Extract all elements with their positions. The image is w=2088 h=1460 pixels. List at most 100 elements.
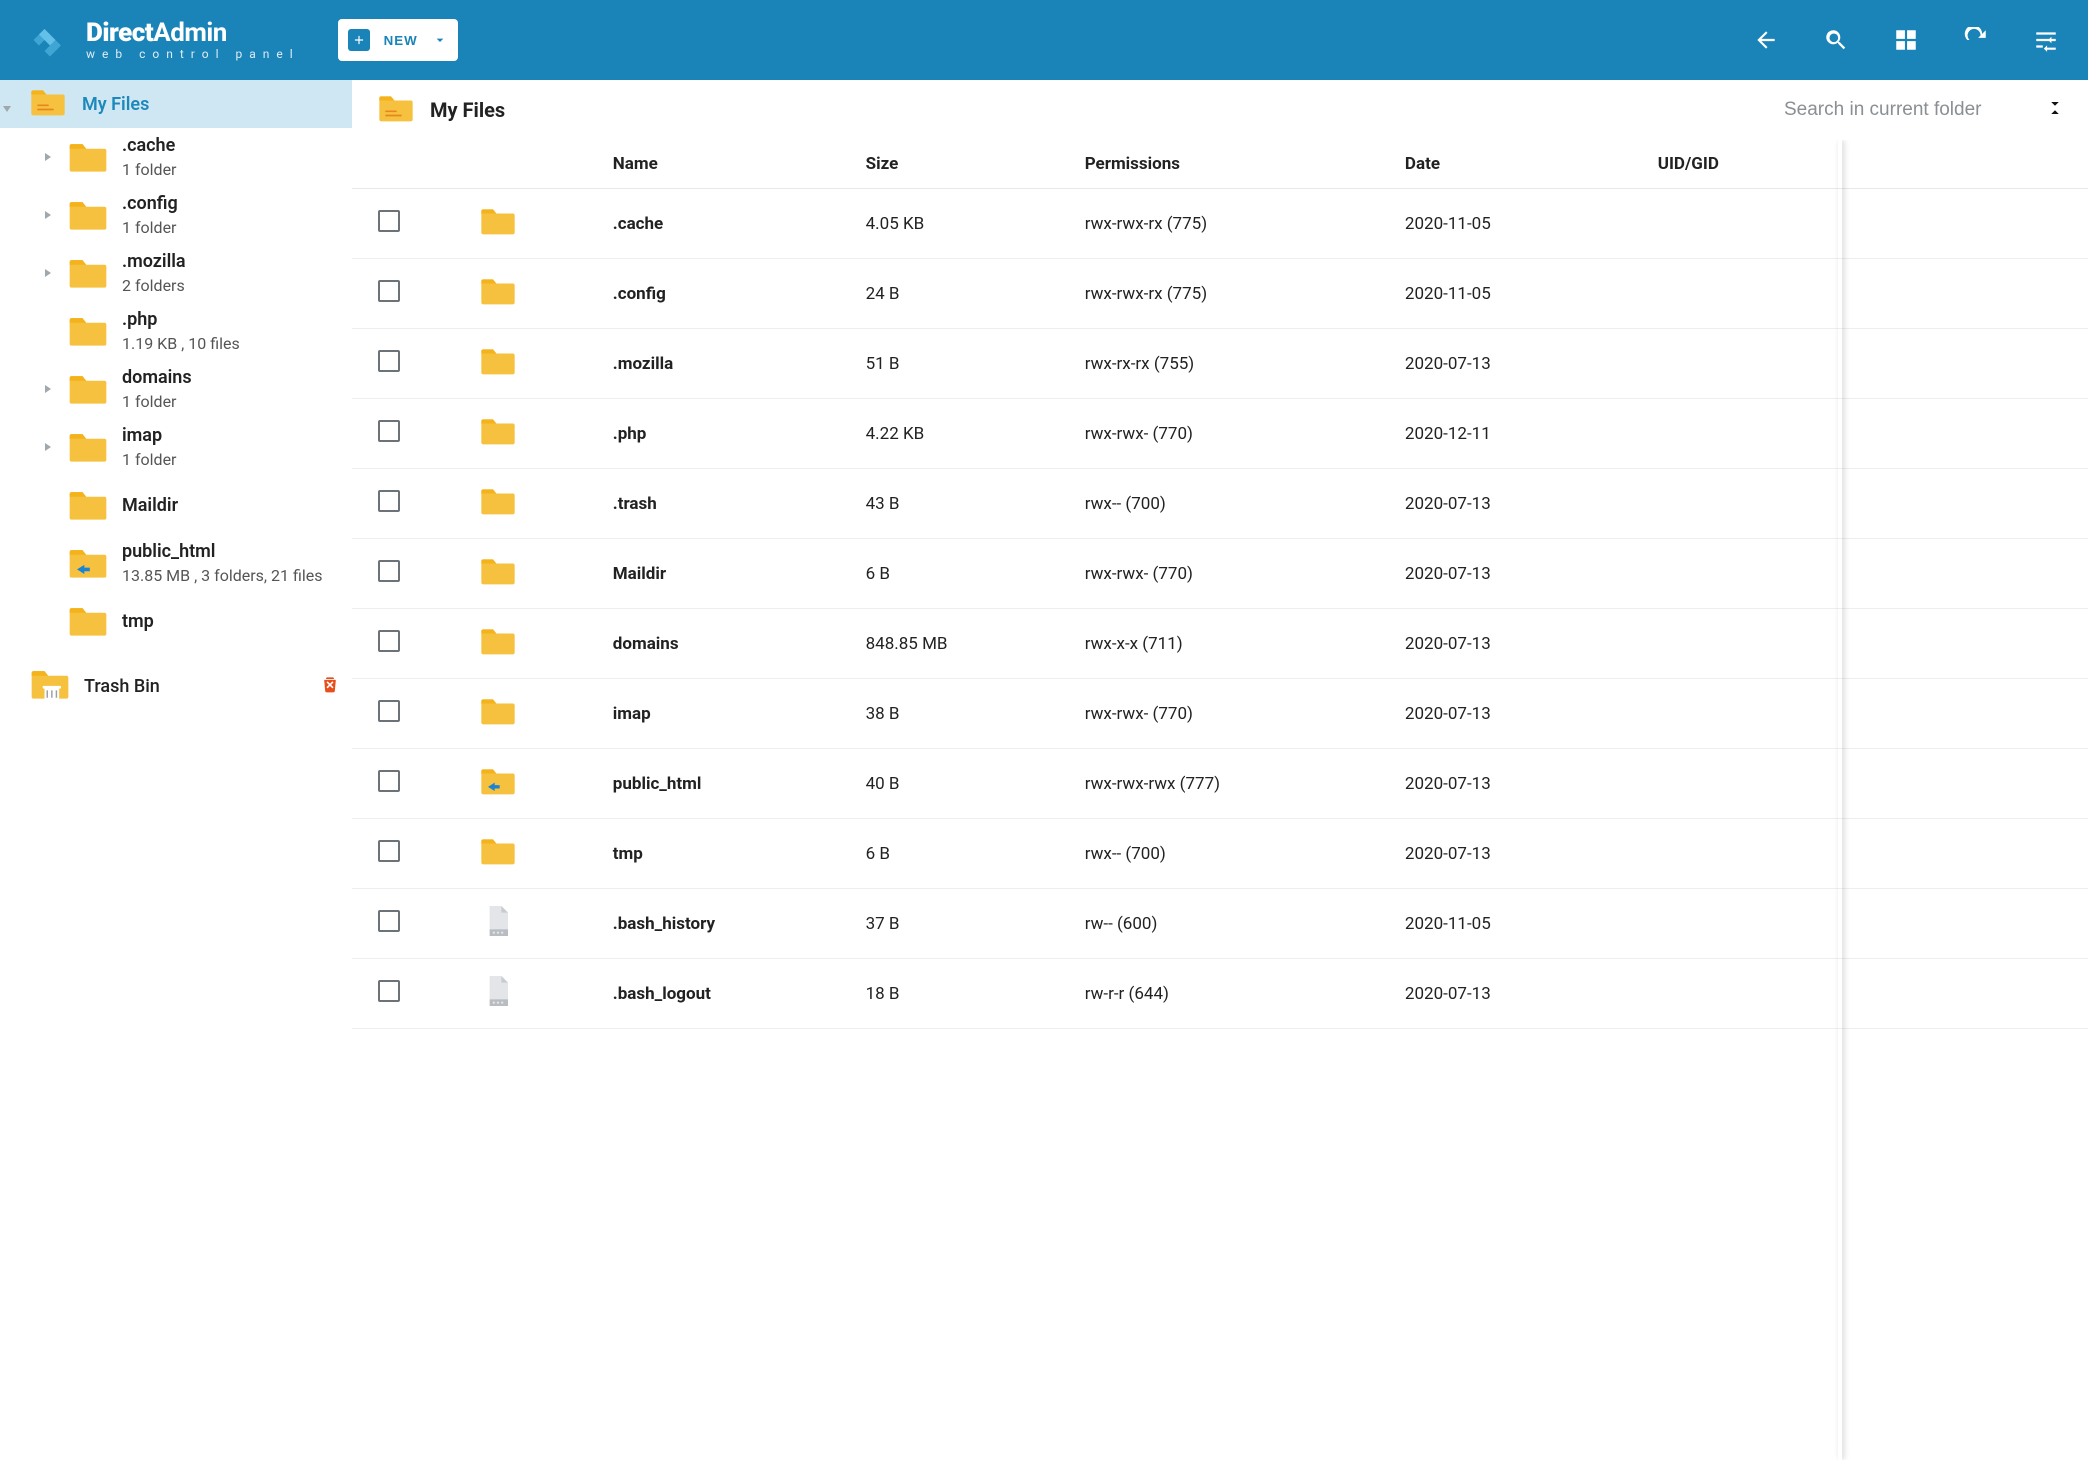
file-permissions: rwx-rwx-rx (775) [1077,259,1397,329]
folder-icon [478,856,518,876]
sidebar-item-name: .php [122,309,240,330]
row-checkbox[interactable] [378,210,400,232]
file-size: 848.85 MB [858,609,1077,679]
sidebar-item-sub: 13.85 MB , 3 folders, 21 files [122,566,322,585]
collapse-toggle[interactable] [2046,97,2064,123]
file-permissions: rwx-rwx-rwx (777) [1077,749,1397,819]
file-name: .bash_history [605,889,858,959]
sidebar-item[interactable]: .php 1.19 KB , 10 files [0,302,352,360]
file-permissions: rw-r-r (644) [1077,959,1397,1029]
column-header-name[interactable]: Name [605,140,858,189]
sidebar-item[interactable]: tmp [0,592,352,650]
empty-trash-icon[interactable] [320,674,340,698]
sidebar-item[interactable]: public_html13.85 MB , 3 folders, 21 file… [0,534,352,592]
sidebar-item[interactable]: .cache1 folder [0,128,352,186]
table-row[interactable]: .mozilla51 Brwx-rx-rx (755)2020-07-13 [352,329,2088,399]
file-icon [478,926,518,946]
row-checkbox[interactable] [378,630,400,652]
table-row[interactable]: Maildir6 Brwx-rwx- (770)2020-07-13 [352,539,2088,609]
search-icon [1823,27,1849,53]
row-checkbox[interactable] [378,700,400,722]
row-checkbox[interactable] [378,910,400,932]
column-header-uid[interactable]: UID/GID [1650,140,2088,189]
sidebar-item-name: Maildir [122,495,178,516]
sidebar-item[interactable]: imap1 folder [0,418,352,476]
table-row[interactable]: .trash43 Brwx-- (700)2020-07-13 [352,469,2088,539]
folder-icon [478,296,518,316]
table-row[interactable]: domains848.85 MBrwx-x-x (711)2020-07-13 [352,609,2088,679]
sidebar-item[interactable]: domains1 folder [0,360,352,418]
file-permissions: rwx-rx-rx (755) [1077,329,1397,399]
folder-icon [66,193,110,237]
table-row[interactable]: .config24 Brwx-rwx-rx (775)2020-11-05 [352,259,2088,329]
file-name: Maildir [605,539,858,609]
row-checkbox[interactable] [378,490,400,512]
settings-button[interactable] [2032,26,2060,54]
row-checkbox[interactable] [378,980,400,1002]
page-title: My Files [430,98,505,122]
new-button-label: NEW [384,33,418,48]
expand-icon[interactable] [42,209,54,221]
file-size: 38 B [858,679,1077,749]
refresh-icon [1963,27,1989,53]
search-button[interactable] [1822,26,1850,54]
folder-icon [478,646,518,666]
tune-icon [2033,27,2059,53]
row-checkbox[interactable] [378,770,400,792]
file-size: 51 B [858,329,1077,399]
view-grid-button[interactable] [1892,26,1920,54]
sidebar-item[interactable]: .config1 folder [0,186,352,244]
back-button[interactable] [1752,26,1780,54]
sidebar-trash[interactable]: Trash Bin [0,656,352,716]
table-row[interactable]: .bash_logout18 Brw-r-r (644)2020-07-13 [352,959,2088,1029]
file-size: 18 B [858,959,1077,1029]
column-header-size[interactable]: Size [858,140,1077,189]
folder-icon [66,309,110,353]
table-row[interactable]: imap38 Brwx-rwx- (770)2020-07-13 [352,679,2088,749]
column-header-date[interactable]: Date [1397,140,1650,189]
expand-icon[interactable] [42,151,54,163]
expand-icon[interactable] [42,383,54,395]
table-row[interactable]: .bash_history37 Brw-- (600)2020-11-05 [352,889,2088,959]
sidebar-item[interactable]: .mozilla2 folders [0,244,352,302]
sidebar-item-name: .config [122,193,178,214]
folder-icon [478,576,518,596]
table-row[interactable]: tmp6 Brwx-- (700)2020-07-13 [352,819,2088,889]
sidebar-item[interactable]: Maildir [0,476,352,534]
brand-logo[interactable]: DirectAdmin web control panel [28,18,300,62]
chevron-down-icon [432,32,448,48]
file-permissions: rwx-rwx- (770) [1077,679,1397,749]
folder-icon [478,506,518,526]
file-date: 2020-07-13 [1397,539,1650,609]
expand-icon[interactable] [42,441,54,453]
table-row[interactable]: public_html40 Brwx-rwx-rwx (777)2020-07-… [352,749,2088,819]
plus-icon [348,29,370,51]
file-date: 2020-07-13 [1397,819,1650,889]
row-checkbox[interactable] [378,350,400,372]
file-icon [478,996,518,1016]
refresh-button[interactable] [1962,26,1990,54]
folder-search-input[interactable] [1784,99,2014,121]
column-header-permissions[interactable]: Permissions [1077,140,1397,189]
row-checkbox[interactable] [378,840,400,862]
sidebar-item-name: domains [122,367,192,388]
table-row[interactable]: .php4.22 KBrwx-rwx- (770)2020-12-11 [352,399,2088,469]
row-checkbox[interactable] [378,420,400,442]
expand-icon[interactable] [42,267,54,279]
file-date: 2020-07-13 [1397,469,1650,539]
folder-lines-icon [28,82,68,126]
file-date: 2020-07-13 [1397,959,1650,1029]
trash-folder-icon [28,662,72,710]
file-name: tmp [605,819,858,889]
sidebar-item-sub: 1.19 KB , 10 files [122,334,240,353]
folder-icon [66,483,110,527]
sidebar-item-sub: 2 folders [122,276,186,295]
row-checkbox[interactable] [378,280,400,302]
row-checkbox[interactable] [378,560,400,582]
new-button[interactable]: NEW [338,19,458,61]
sidebar-item-name: imap [122,425,176,446]
file-uid-gid [1650,889,2088,959]
table-row[interactable]: .cache4.05 KBrwx-rwx-rx (775)2020-11-05 [352,189,2088,259]
collapse-root-icon[interactable] [2,99,12,109]
sidebar-root[interactable]: My Files [0,80,352,128]
